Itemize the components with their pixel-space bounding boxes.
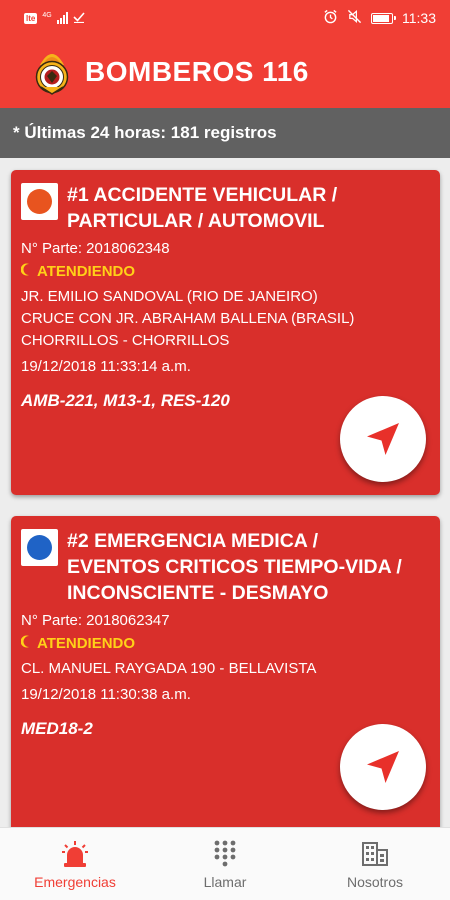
fire-department-logo-icon (27, 47, 77, 97)
summary-text: * Últimas 24 horas: 181 registros (13, 123, 277, 142)
app-bar: BOMBEROS 116 (0, 36, 450, 108)
nav-label: Emergencias (34, 874, 116, 890)
crescent-moon-icon (20, 260, 33, 284)
status-row: ATENDIENDO (20, 260, 440, 284)
address: JR. EMILIO SANDOVAL (RIO DE JANEIRO) CRU… (21, 286, 440, 352)
crescent-moon-icon (20, 632, 33, 656)
alarm-bell-icon (61, 838, 89, 870)
navigation-arrow-icon (367, 751, 399, 783)
title-line: #2 EMERGENCIA MEDICA / (67, 530, 319, 552)
download-check-icon (73, 11, 85, 25)
emergency-card[interactable]: #1 ACCIDENTE VEHICULAR / PARTICULAR / AU… (11, 170, 440, 495)
title-line: INCONSCIENTE - DESMAYO (67, 582, 329, 604)
nav-label: Nosotros (346, 874, 404, 890)
status-row: ATENDIENDO (20, 632, 440, 656)
emergency-title: #2 EMERGENCIA MEDICA / EVENTOS CRITICOS … (67, 528, 402, 606)
address-line: CRUCE CON JR. ABRAHAM BALLENA (BRASIL) (21, 310, 355, 327)
emergency-card[interactable]: #2 EMERGENCIA MEDICA / EVENTOS CRITICOS … (11, 516, 440, 836)
status-bar: lte 4G 11:33 (0, 0, 450, 36)
clock: 11:33 (402, 10, 436, 26)
emergency-title: #1 ACCIDENTE VEHICULAR / PARTICULAR / AU… (67, 182, 337, 234)
datetime: 19/12/2018 11:33:14 a.m. (21, 358, 191, 375)
nav-nosotros[interactable]: Nosotros (300, 828, 450, 900)
emergency-type-marker (21, 183, 58, 220)
title-line: PARTICULAR / AUTOMOVIL (67, 210, 325, 232)
title-line: EVENTOS CRITICOS TIEMPO-VIDA / (67, 556, 402, 578)
address-line: JR. EMILIO SANDOVAL (RIO DE JANEIRO) (21, 288, 318, 305)
parte-number: N° Parte: 2018062348 (21, 240, 170, 257)
navigate-button[interactable] (340, 724, 426, 810)
navigation-arrow-icon (367, 423, 399, 455)
bottom-navigation: Emergencias Llamar Nosotros (0, 827, 450, 900)
orange-dot-icon (27, 189, 52, 214)
dialpad-icon (213, 838, 237, 870)
address-line: CHORRILLOS - CHORRILLOS (21, 332, 230, 349)
alarm-icon (323, 9, 338, 27)
address: CL. MANUEL RAYGADA 190 - BELLAVISTA (21, 658, 440, 680)
title-line: #1 ACCIDENTE VEHICULAR / (67, 184, 338, 206)
summary-bar: * Últimas 24 horas: 181 registros (0, 108, 450, 158)
network-type: 4G (42, 12, 52, 19)
signal-icon (56, 12, 68, 24)
nav-llamar[interactable]: Llamar (150, 828, 300, 900)
blue-dot-icon (27, 535, 52, 560)
parte-number: N° Parte: 2018062347 (21, 612, 170, 629)
datetime: 19/12/2018 11:30:38 a.m. (21, 686, 191, 703)
battery-icon (371, 12, 396, 24)
navigate-button[interactable] (340, 396, 426, 482)
nav-emergencias[interactable]: Emergencias (0, 828, 150, 900)
mute-icon (347, 9, 362, 27)
status-label: ATENDIENDO (37, 263, 136, 280)
address-line: CL. MANUEL RAYGADA 190 - BELLAVISTA (21, 660, 317, 677)
emergency-type-marker (21, 529, 58, 566)
building-icon (361, 838, 389, 870)
status-label: ATENDIENDO (37, 635, 136, 652)
lte-chip: lte (24, 12, 38, 24)
nav-label: Llamar (203, 874, 247, 890)
app-title: BOMBEROS 116 (85, 56, 309, 87)
